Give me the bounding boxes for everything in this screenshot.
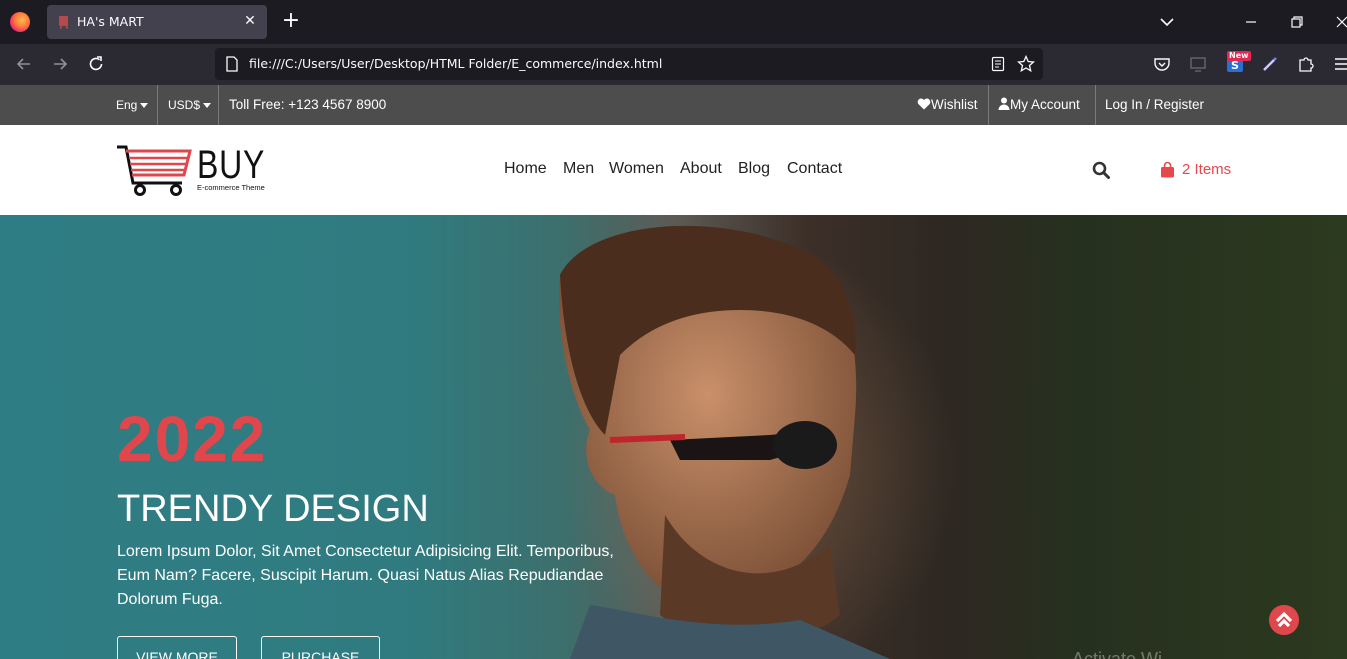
heart-icon (917, 98, 931, 110)
menu-item-women[interactable]: Women (609, 160, 664, 178)
divider (157, 85, 158, 125)
tab-title: HA's MART (77, 14, 144, 29)
view-more-button[interactable]: VIEW MORE (117, 636, 237, 659)
new-tab-button[interactable]: + (280, 10, 302, 32)
url-bar[interactable]: file:///C:/Users/User/Desktop/HTML Folde… (215, 48, 1043, 80)
shopping-cart-logo-icon (117, 145, 192, 196)
user-icon (998, 97, 1010, 110)
divider (218, 85, 219, 125)
language-selector[interactable]: Eng (116, 85, 149, 125)
back-icon[interactable] (14, 54, 34, 74)
tab-list-chevron-icon[interactable] (1157, 12, 1177, 32)
restore-icon[interactable] (1287, 12, 1307, 32)
language-label: Eng (116, 98, 138, 112)
reload-icon[interactable] (86, 54, 106, 74)
search-icon[interactable] (1092, 161, 1110, 179)
menu-item-blog[interactable]: Blog (738, 160, 770, 178)
reader-view-icon[interactable] (990, 56, 1006, 72)
firefox-logo-icon[interactable] (10, 12, 30, 32)
browser-tab-bar: HA's MART ✕ + (0, 0, 1347, 44)
shopping-bag-icon (1161, 162, 1174, 178)
page-icon (226, 56, 238, 72)
divider (988, 85, 989, 125)
currency-label: USD$ (168, 98, 201, 112)
bookmark-star-icon[interactable] (1017, 55, 1035, 73)
pocket-icon[interactable] (1152, 54, 1172, 74)
pen-extension-icon[interactable] (1260, 54, 1280, 74)
divider (1095, 85, 1096, 125)
extensions-puzzle-icon[interactable] (1296, 54, 1316, 74)
menu-item-about[interactable]: About (680, 160, 722, 178)
cart-items-label: 2 Items (1182, 161, 1232, 178)
browser-tab[interactable]: HA's MART ✕ (47, 5, 267, 39)
purchase-button[interactable]: PURCHASE (261, 636, 380, 659)
toll-free-text: Toll Free: +123 4567 8900 (229, 97, 387, 112)
close-window-icon[interactable] (1332, 12, 1347, 32)
app-menu-icon[interactable] (1332, 54, 1347, 74)
forward-icon[interactable] (50, 54, 70, 74)
my-account-label: My Account (1010, 97, 1080, 112)
tab-close-icon[interactable]: ✕ (241, 12, 259, 30)
menu-item-home[interactable]: Home (504, 160, 547, 178)
tab-favicon-icon (59, 16, 69, 29)
site-logo[interactable]: BUY E-commerce Theme (116, 143, 265, 199)
site-header: BUY E-commerce Theme Home Men Women Abou… (0, 125, 1347, 215)
logo-text: BUY (197, 143, 266, 187)
my-account-link[interactable]: My Account (998, 85, 1080, 125)
logo-subtitle: E-commerce Theme (197, 183, 265, 192)
hero-banner: 2022 TRENDY DESIGN Lorem Ipsum Dolor, Si… (0, 215, 1347, 659)
hero-description: Lorem Ipsum Dolor, Sit Amet Consectetur … (117, 543, 614, 608)
screen-share-icon[interactable] (1188, 54, 1208, 74)
windows-activation-watermark: Activate Wi (1072, 649, 1163, 659)
currency-selector[interactable]: USD$ (168, 85, 212, 125)
browser-nav-bar: file:///C:/Users/User/Desktop/HTML Folde… (0, 44, 1347, 85)
caret-down-icon (203, 102, 212, 108)
hero-year: 2022 (117, 403, 268, 475)
caret-down-icon (140, 102, 149, 108)
new-badge: New (1227, 51, 1251, 61)
menu-item-men[interactable]: Men (563, 160, 594, 178)
url-text: file:///C:/Users/User/Desktop/HTML Folde… (249, 56, 663, 71)
hero-title: TRENDY DESIGN (117, 488, 429, 530)
minimize-icon[interactable] (1241, 12, 1261, 32)
site-top-bar: Eng USD$ Toll Free: +123 4567 8900 Wishl… (0, 85, 1347, 125)
login-register-link[interactable]: Log In / Register (1105, 85, 1204, 125)
menu-item-contact[interactable]: Contact (787, 160, 842, 178)
wishlist-label: Wishlist (931, 97, 978, 112)
wishlist-link[interactable]: Wishlist (917, 85, 978, 125)
scroll-to-top-icon[interactable] (1269, 605, 1299, 635)
